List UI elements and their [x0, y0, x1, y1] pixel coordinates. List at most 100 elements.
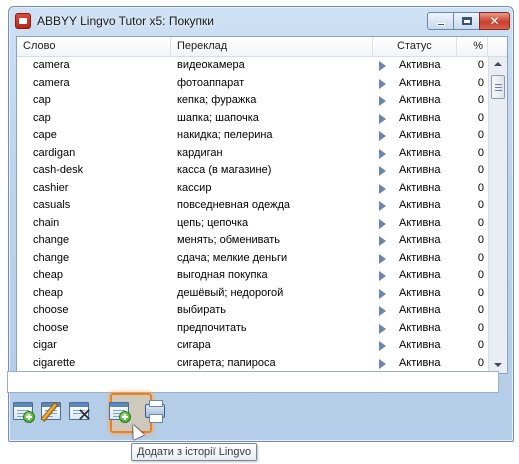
status-arrow-icon[interactable]: [379, 166, 386, 176]
status-arrow-icon[interactable]: [379, 148, 386, 159]
table-row[interactable]: cheap выгодная покупка Активна 0: [17, 267, 488, 285]
cell-status: Активна: [399, 111, 441, 124]
minimize-button[interactable]: [427, 12, 454, 30]
status-arrow-icon[interactable]: [379, 96, 386, 106]
cell-word: camera: [33, 59, 70, 71]
maximize-icon: [462, 17, 472, 25]
table-row[interactable]: change сдача; мелкие деньги Активна 0: [17, 250, 488, 268]
status-arrow-icon[interactable]: [379, 78, 386, 89]
status-arrow-icon[interactable]: [379, 341, 386, 351]
table-row[interactable]: cigarette сигарета; папироса Активна 0: [17, 355, 488, 373]
cell-word: cashier: [33, 181, 69, 194]
status-arrow-icon[interactable]: [379, 253, 386, 264]
status-arrow-icon[interactable]: [379, 218, 386, 229]
cell-word: cigarette: [33, 356, 76, 369]
toolbar: ✕: [7, 397, 499, 431]
cell-status: Активна: [399, 216, 441, 229]
card-list: Слово Переклад Статус % camera видеокамер…: [16, 36, 508, 374]
cell-translation: менять; обменивать: [177, 234, 281, 246]
close-icon: ✕: [489, 14, 500, 28]
maximize-button[interactable]: [453, 12, 480, 30]
cell-status: Активна: [399, 251, 441, 264]
cell-status: Активна: [399, 321, 441, 334]
cell-translation: сигара: [177, 339, 211, 351]
cell-word: cigar: [33, 339, 57, 351]
status-arrow-icon[interactable]: [379, 271, 386, 281]
table-row[interactable]: cigar сигара Активна 0: [17, 337, 488, 355]
table-row[interactable]: cap кепка; фуражка Активна 0: [17, 92, 488, 110]
cell-percent: 0: [477, 94, 484, 106]
cell-status: Активна: [399, 339, 441, 351]
table-row[interactable]: cardigan кардиган Активна 0: [17, 145, 488, 163]
add-card-button[interactable]: [11, 399, 37, 425]
status-arrow-icon[interactable]: [379, 323, 386, 334]
grip-line: [495, 87, 502, 88]
table-row[interactable]: camera фотоаппарат Активна 0: [17, 75, 488, 93]
cell-status: Активна: [399, 181, 441, 194]
table-row[interactable]: camera видеокамера Активна 0: [17, 57, 488, 75]
table-row[interactable]: choose предпочитать Активна 0: [17, 320, 488, 338]
cell-translation: кассир: [177, 181, 212, 194]
entry-field[interactable]: [7, 371, 499, 393]
cell-percent: 0: [477, 216, 484, 229]
status-arrow-icon[interactable]: [379, 183, 386, 194]
status-arrow-icon[interactable]: [379, 288, 386, 299]
scroll-thumb[interactable]: [491, 75, 505, 99]
cell-word: cardigan: [33, 146, 76, 159]
table-header: Слово Переклад Статус %: [17, 37, 507, 57]
cell-percent: 0: [477, 321, 484, 334]
cell-translation: предпочитать: [177, 321, 247, 334]
status-arrow-icon[interactable]: [379, 236, 386, 246]
scroll-down-icon[interactable]: [491, 359, 505, 371]
scroll-up-icon[interactable]: [491, 59, 505, 71]
cell-percent: 0: [477, 304, 484, 316]
cell-percent: 0: [477, 356, 484, 369]
header-status[interactable]: Статус: [373, 37, 457, 57]
cell-percent: 0: [477, 286, 484, 299]
cell-status: Активна: [399, 269, 441, 281]
cell-translation: выгодная покупка: [177, 269, 268, 281]
table-row[interactable]: choose выбирать Активна 0: [17, 302, 488, 320]
cell-word: change: [33, 251, 70, 264]
table-row[interactable]: cashier кассир Активна 0: [17, 180, 488, 198]
table-body: camera видеокамера Активна 0 camera фотоаппар…: [17, 57, 488, 372]
header-percent[interactable]: %: [457, 37, 488, 57]
delete-card-button[interactable]: ✕: [67, 399, 93, 425]
edit-card-button[interactable]: [39, 399, 65, 425]
table-row[interactable]: cap шапка; шапочка Активна 0: [17, 110, 488, 128]
cell-percent: 0: [477, 339, 484, 351]
plus-icon: [119, 411, 131, 423]
status-arrow-icon[interactable]: [379, 61, 386, 71]
title-bar[interactable]: ABBYY Lingvo Tutor x5: Покупки ✕: [9, 7, 513, 35]
vertical-scrollbar[interactable]: [488, 57, 507, 373]
header-translation[interactable]: Переклад: [171, 37, 373, 57]
table-row[interactable]: change менять; обменивать Активна 0: [17, 232, 488, 250]
cell-percent: 0: [477, 251, 484, 264]
cell-status: Активна: [399, 356, 441, 369]
table-row[interactable]: cape накидка; пелерина Активна 0: [17, 127, 488, 145]
add-from-history-button[interactable]: [107, 399, 133, 425]
status-arrow-icon[interactable]: [379, 358, 386, 369]
cell-percent: 0: [477, 164, 484, 176]
status-arrow-icon[interactable]: [379, 306, 386, 316]
table-row[interactable]: cheap дешёвый; недорогой Активна 0: [17, 285, 488, 303]
window-title: ABBYY Lingvo Tutor x5: Покупки: [37, 14, 214, 28]
cell-translation: сигарета; папироса: [177, 356, 276, 369]
status-arrow-icon[interactable]: [379, 201, 386, 211]
status-arrow-icon[interactable]: [379, 131, 386, 141]
cell-translation: выбирать: [177, 304, 226, 316]
cell-translation: кепка; фуражка: [177, 94, 257, 106]
header-word[interactable]: Слово: [17, 37, 171, 57]
printer-icon: [145, 400, 165, 423]
cell-word: choose: [33, 321, 69, 334]
x-icon: ✕: [77, 405, 93, 425]
table-row[interactable]: cash-desk касса (в магазине) Активна 0: [17, 162, 488, 180]
close-button[interactable]: ✕: [479, 12, 510, 30]
print-button[interactable]: [143, 399, 169, 425]
status-arrow-icon[interactable]: [379, 113, 386, 124]
cell-translation: шапка; шапочка: [177, 111, 259, 124]
cell-translation: цепь; цепочка: [177, 216, 249, 229]
cell-word: cape: [33, 129, 57, 141]
table-row[interactable]: casuals повседневная одежда Активна 0: [17, 197, 488, 215]
table-row[interactable]: chain цепь; цепочка Активна 0: [17, 215, 488, 233]
